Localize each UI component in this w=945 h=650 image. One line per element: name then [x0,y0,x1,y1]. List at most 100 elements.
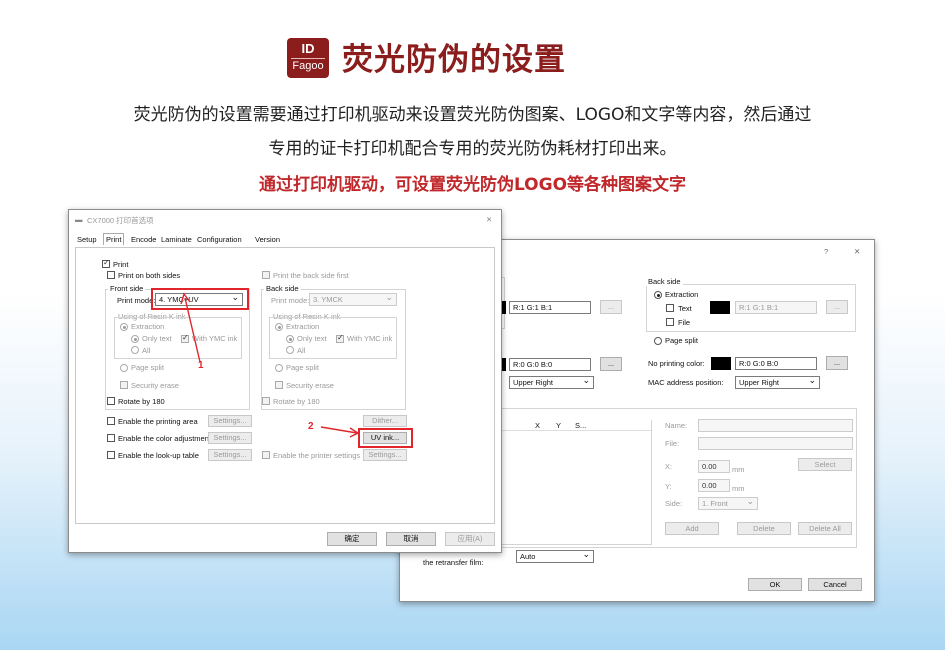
arrow-1 [180,292,201,363]
close-icon[interactable]: ✕ [854,247,860,256]
ok-button[interactable]: 确定 [327,532,377,546]
file-field[interactable] [698,437,853,450]
position-select-left[interactable]: Upper Right [509,374,594,389]
tab-version[interactable]: Version [255,235,280,244]
extraction-radio-back[interactable] [275,323,283,331]
intro-line-1: 荧光防伪的设置需要通过打印机驱动来设置荧光防伪图案、LOGO和文字等内容，然后通… [133,105,812,125]
color-pick-button-right-top[interactable]: ... [826,300,848,314]
intro-line-2: 专用的证卡打印机配合专用的荧光防伪耗材打印出来。 [268,139,677,159]
color-swatch-right-top[interactable] [710,301,730,314]
y-field[interactable]: 0.00 [698,479,730,492]
x-field[interactable]: 0.00 [698,460,730,473]
select-button[interactable]: Select [798,458,852,471]
enable-printer-checkbox[interactable] [262,451,270,459]
with-ymc-label-back: With YMC ink [347,334,393,343]
rgb-field-right-mid[interactable]: R:0 G:0 B:0 [735,357,817,370]
side-select[interactable]: 1. Front [698,495,758,510]
color-pick-button-left-mid[interactable]: ... [600,357,622,371]
only-text-label-front: Only text [142,334,172,343]
tab-print[interactable]: Print [103,233,125,245]
security-erase-label-back: Security erase [286,381,334,390]
cancel-button[interactable]: Cancel [808,578,862,591]
only-text-radio-front[interactable] [131,335,139,343]
print-back-first-checkbox[interactable] [262,271,270,279]
retransfer-select[interactable]: Auto [516,548,594,563]
page-title: 荧光防伪的设置 [342,42,566,78]
printer-icon: ▬ [75,215,83,224]
back-side-label: Back side [264,284,301,293]
only-text-label-back: Only text [297,334,327,343]
security-erase-checkbox-front[interactable] [120,381,128,389]
object-list[interactable] [501,420,652,545]
print-mode-label: Print mode: [117,296,156,305]
fagoo-logo: ID Fagoo [287,38,329,78]
area-settings-button[interactable]: Settings... [208,415,252,427]
tab-configuration[interactable]: Configuration [197,235,242,244]
print-both-sides-checkbox[interactable] [107,271,115,279]
dither-button[interactable]: Dither... [363,415,407,427]
rotate-checkbox-front[interactable] [107,397,115,405]
all-radio-front[interactable] [131,346,139,354]
x-label: X: [665,462,673,471]
extraction-label-front: Extraction [131,322,165,331]
delete-button[interactable]: Delete [737,522,791,535]
enable-lookup-checkbox[interactable] [107,451,115,459]
color-pick-button-left-top[interactable]: ... [600,300,622,314]
print-both-sides-label: Print on both sides [118,271,181,280]
delete-all-button[interactable]: Delete All [798,522,852,535]
name-field[interactable] [698,419,853,432]
printing-preferences-dialog: ▬ CX7000 打印首选项 ✕ Setup Print Encode Lami… [68,209,502,553]
logo-id-text: ID [301,41,315,56]
color-swatch-right-mid[interactable] [711,357,731,370]
color-pick-button-right-mid[interactable]: ... [826,356,848,370]
all-radio-back[interactable] [286,346,294,354]
security-erase-checkbox-back[interactable] [275,381,283,389]
rotate-checkbox-back[interactable] [262,397,270,405]
printer-settings-button[interactable]: Settings... [363,449,407,461]
mac-address-position-label: MAC address position: [648,378,724,387]
page-split-radio[interactable] [654,337,662,345]
text-checkbox[interactable] [666,304,674,312]
highlight-box-2 [358,428,413,448]
rotate-label-back: Rotate by 180 [273,397,320,406]
tab-laminate[interactable]: Laminate [161,235,192,244]
logo-brand-text: Fagoo [291,58,325,72]
add-button[interactable]: Add [665,522,719,535]
enable-color-label: Enable the color adjustment [118,434,211,443]
extraction-label-back: Extraction [286,322,320,331]
lookup-settings-button[interactable]: Settings... [208,449,252,461]
file-field-label: File: [665,439,680,448]
apply-button[interactable]: 应用(A) [445,532,495,546]
tab-setup[interactable]: Setup [77,235,97,244]
position-select-right[interactable]: Upper Right [735,374,820,389]
rgb-field-right-top[interactable]: R:1 G:1 B:1 [735,301,817,314]
page-split-radio-back[interactable] [275,364,283,372]
print-label: Print [113,260,129,269]
marker-2: 2 [308,421,314,432]
print-checkbox[interactable] [102,258,110,268]
file-checkbox[interactable] [666,318,674,326]
tab-encode[interactable]: Encode [131,235,156,244]
ok-button[interactable]: OK [748,578,802,591]
side-label: Side: [665,499,683,508]
back-print-mode-select[interactable]: 3. YMCK [309,291,397,306]
close-icon[interactable]: ✕ [486,215,492,224]
y-unit: mm [732,484,745,493]
enable-color-checkbox[interactable] [107,434,115,442]
extraction-radio[interactable] [654,291,662,299]
arrow-2 [320,426,360,438]
print-mode-label-back: Print mode: [271,296,310,305]
extraction-radio-front[interactable] [120,323,128,331]
no-printing-color-label: No printing color: [648,359,705,368]
rgb-field-left-top[interactable]: R:1 G:1 B:1 [509,301,591,314]
with-ymc-checkbox-back[interactable] [336,333,344,343]
cancel-button[interactable]: 取消 [386,532,436,546]
help-button[interactable]: ? [824,247,828,256]
intro-highlight: 通过打印机驱动，可设置荧光防伪LOGO等各种图案文字 [258,175,687,195]
only-text-radio-back[interactable] [286,335,294,343]
rgb-field-left-mid[interactable]: R:0 G:0 B:0 [509,358,591,371]
front-side-label: Front side [108,284,146,293]
color-settings-button[interactable]: Settings... [208,432,252,444]
page-split-radio-front[interactable] [120,364,128,372]
enable-area-checkbox[interactable] [107,417,115,425]
